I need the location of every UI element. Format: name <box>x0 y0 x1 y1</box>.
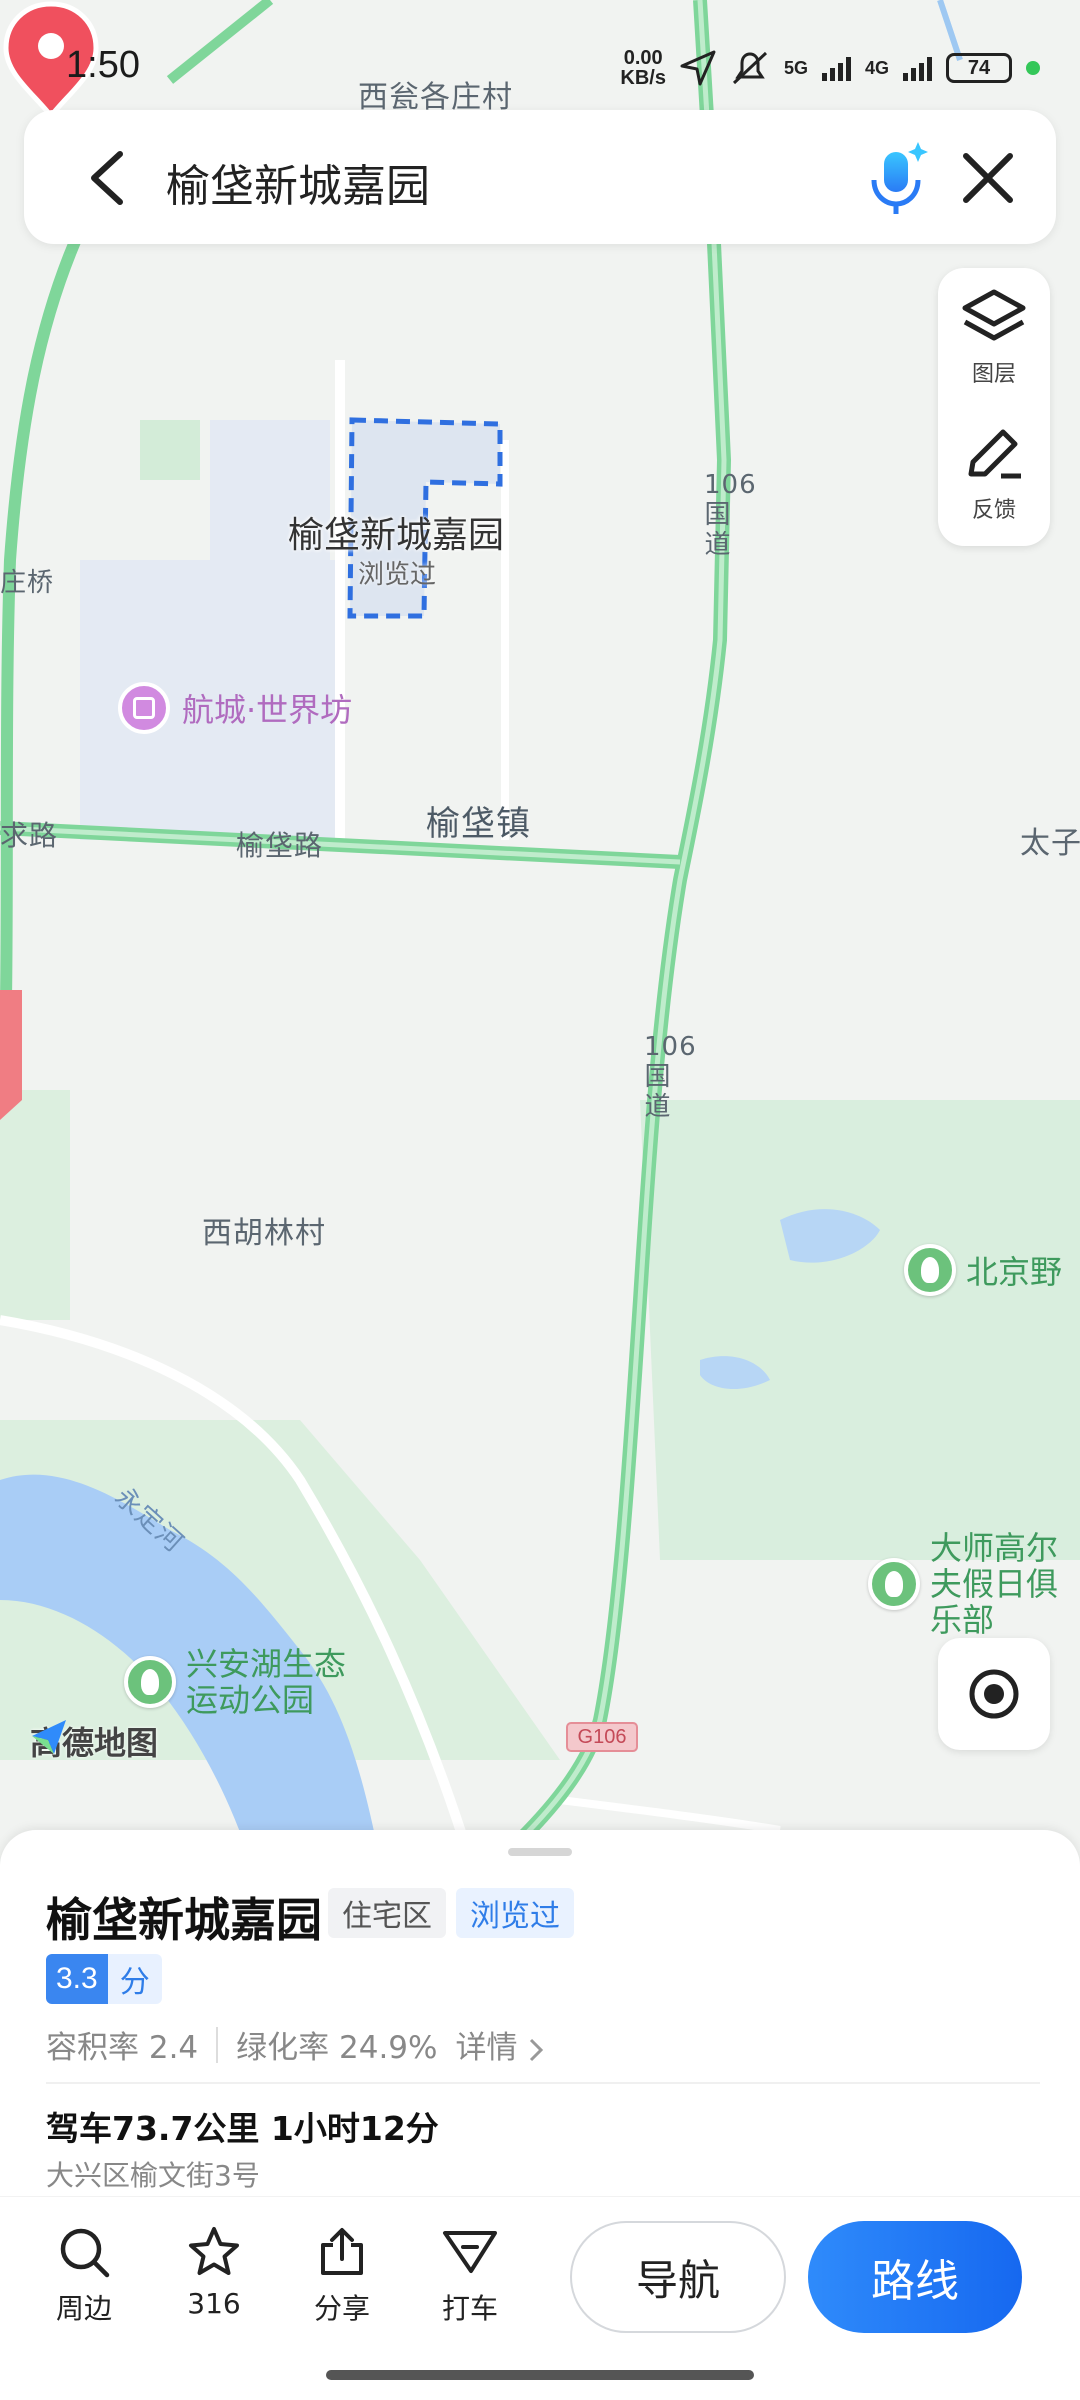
green-ratio: 绿化率 24.9% <box>236 2030 438 2066</box>
poi-park-line1: 兴安湖生态 <box>186 1645 347 1683</box>
poi-wild-park[interactable]: 北京野 <box>904 1244 1062 1296</box>
favorite-count: 316 <box>187 2287 241 2320</box>
nearby-label: 周边 <box>55 2292 112 2325</box>
amap-logo-icon <box>32 1720 66 1754</box>
status-time: 1:50 <box>66 44 140 86</box>
place-name: 榆垡新城嘉园 <box>46 1893 322 1947</box>
poi-park-line2: 运动公园 <box>186 1681 315 1719</box>
poi-park-label: 兴安湖生态 运动公园 <box>186 1646 346 1718</box>
close-icon[interactable] <box>958 148 1018 208</box>
layers-button[interactable]: 图层 <box>938 288 1050 388</box>
map-label-road106-lower: 106国道 <box>644 1032 697 1122</box>
star-icon <box>189 2227 239 2275</box>
net-speed-value: 0.00 <box>623 47 663 69</box>
stats-divider <box>216 2026 219 2063</box>
map-tools-panel: 图层 反馈 <box>938 268 1050 546</box>
poi-mall[interactable]: 航城·世界坊 <box>118 682 352 734</box>
map-label-xihulin: 西胡林村 <box>202 1216 326 1251</box>
signal-5g-icon <box>821 55 851 81</box>
favorite-button[interactable]: 316 <box>164 2225 264 2320</box>
route-button[interactable]: 路线 <box>808 2221 1022 2333</box>
sig1-label: 5G <box>783 57 808 78</box>
poi-mall-label: 航城·世界坊 <box>182 691 353 729</box>
place-type-tag: 住宅区 <box>328 1888 446 1938</box>
map-label-road106-upper: 106国道 <box>704 470 757 560</box>
taxi-button[interactable]: 打车 <box>420 2225 520 2327</box>
signal-4g-icon <box>903 55 932 81</box>
sheet-divider <box>46 2082 1040 2084</box>
detail-label: 详情 <box>455 2030 518 2066</box>
nearby-button[interactable]: 周边 <box>34 2225 134 2327</box>
battery-icon: 74 <box>946 53 1012 83</box>
place-address: 大兴区榆文街3号 <box>46 2159 260 2192</box>
home-indicator[interactable] <box>326 2370 754 2380</box>
pin-subtitle: 浏览过 <box>358 560 437 590</box>
poi-park[interactable]: 兴安湖生态 运动公园 <box>124 1646 346 1718</box>
rating-unit: 分 <box>107 1954 162 2004</box>
detail-link[interactable]: 详情 <box>456 2022 546 2067</box>
poi-golf-label: 大师高尔夫假日俱乐部 <box>930 1529 1059 1639</box>
pin-title: 榆垡新城嘉园 <box>288 515 505 556</box>
status-icons: 0.00 KB/s 5G 4G 74 <box>620 48 1040 88</box>
locate-target-icon <box>969 1669 1019 1719</box>
share-icon <box>321 2228 363 2275</box>
mute-bell-icon <box>732 51 767 85</box>
voice-mic-icon[interactable] <box>862 140 932 216</box>
layers-label: 图层 <box>971 362 1016 387</box>
shopping-bag-icon <box>118 682 170 734</box>
battery-level: 74 <box>967 56 991 79</box>
search-icon <box>60 2228 110 2278</box>
status-bar: 1:50 0.00 KB/s 5G 4G 74 <box>0 0 1080 100</box>
edit-pen-icon <box>968 429 1021 479</box>
action-toolbar: 周边 316 分享 打车 导航 路线 <box>0 2196 1080 2356</box>
plot-ratio: 容积率 2.4 <box>46 2030 199 2066</box>
locate-me-button[interactable] <box>938 1638 1050 1750</box>
map-label-left-road: 求路 <box>0 819 59 852</box>
chevron-right-icon <box>530 2038 544 2061</box>
share-button[interactable]: 分享 <box>292 2225 392 2327</box>
drive-info: 驾车73.7公里 1小时12分 <box>46 2109 439 2148</box>
sig2-label: 4G <box>864 57 889 78</box>
taxi-flag-icon <box>443 2231 497 2273</box>
taxi-label: 打车 <box>441 2292 498 2325</box>
map-label-bridge: 庄桥 <box>0 568 55 598</box>
map-view[interactable]: 西瓮各庄村 庄桥 求路 榆垡路 榆垡镇 太子 西胡林村 106国道 106国道 … <box>0 0 1080 1860</box>
feedback-label: 反馈 <box>971 498 1016 523</box>
poi-wild-label: 北京野 <box>966 1253 1063 1291</box>
golf-icon <box>868 1558 920 1610</box>
navigate-button[interactable]: 导航 <box>570 2221 786 2333</box>
sheet-drag-handle[interactable] <box>508 1848 572 1856</box>
share-label: 分享 <box>313 2292 370 2325</box>
tree-icon <box>904 1244 956 1296</box>
layers-icon <box>962 289 1026 341</box>
road-badge-g106: G106 <box>566 1722 638 1752</box>
poi-golf[interactable]: 大师高尔夫假日俱乐部 <box>868 1530 1080 1638</box>
search-bar[interactable]: 榆垡新城嘉园 <box>24 110 1056 244</box>
place-stats: 容积率 2.4 绿化率 24.9% 详情 <box>46 2022 545 2067</box>
map-label-yufa-road: 榆垡路 <box>236 829 324 862</box>
location-arrow-icon <box>680 50 716 86</box>
status-dot <box>1026 61 1040 75</box>
amap-logo: 高德地图 <box>30 1718 158 1764</box>
back-arrow-icon[interactable] <box>84 150 134 206</box>
rating-badge: 3.3 分 <box>46 1954 162 2004</box>
net-speed-unit: KB/s <box>620 67 666 89</box>
net-speed: 0.00 KB/s <box>620 48 666 88</box>
tree-icon <box>124 1656 176 1708</box>
feedback-button[interactable]: 反馈 <box>938 424 1050 524</box>
map-label-taizi: 太子 <box>1020 826 1080 861</box>
search-query[interactable]: 榆垡新城嘉园 <box>166 150 430 214</box>
visited-tag: 浏览过 <box>456 1888 574 1938</box>
map-label-town: 榆垡镇 <box>426 804 531 844</box>
rating-score: 3.3 <box>46 1954 108 2004</box>
